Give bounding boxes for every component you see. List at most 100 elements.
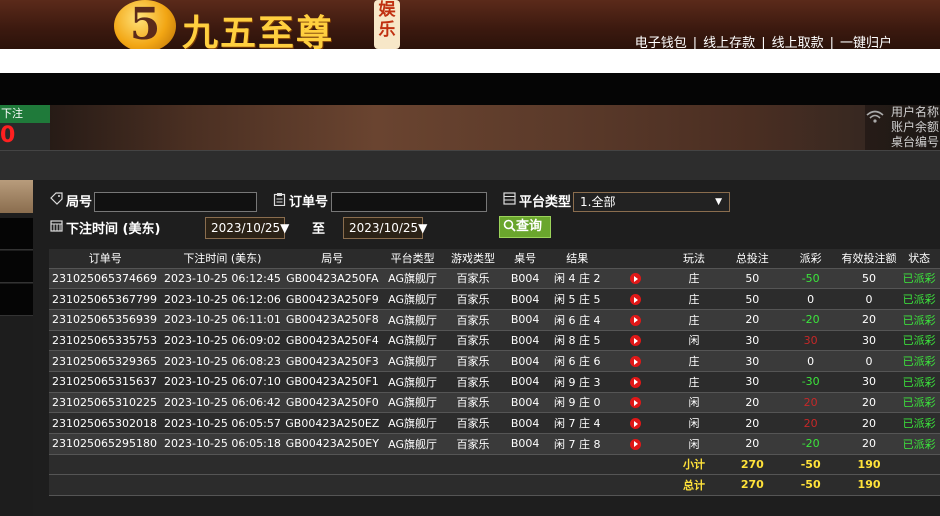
cell-bet: 30 (723, 371, 782, 393)
col-play: 玩法 (664, 249, 724, 269)
date-from-value: 2023/10/25 (211, 221, 281, 235)
cell-replay[interactable] (606, 330, 665, 352)
round-filter-label: 局号 (50, 191, 92, 210)
play-video-icon[interactable] (630, 356, 642, 368)
cell-replay[interactable] (606, 412, 665, 434)
nav-item[interactable] (0, 251, 33, 283)
cell-valid-bet: 30 (839, 330, 899, 352)
withdraw-link[interactable]: 线上取款 (772, 36, 824, 49)
cell-status: 已派彩 (898, 268, 940, 290)
cell-valid-bet: 30 (839, 371, 899, 393)
cell-valid-bet: 0 (839, 350, 899, 372)
query-button[interactable]: 查询 (499, 216, 551, 238)
date-from-picker[interactable]: 2023/10/25▼ (205, 217, 289, 239)
cell-table: B004 (502, 309, 549, 331)
platform-select[interactable]: 1.全部 ▼ (573, 192, 730, 212)
cell-valid-bet: 20 (839, 412, 899, 434)
cell-status: 已派彩 (898, 350, 940, 372)
cell-result: 闲 6 庄 4 (548, 309, 607, 331)
col-payout: 派彩 (781, 249, 840, 269)
cell-table: B004 (502, 288, 549, 310)
cell-time: 2023-10-25 06:05:18 (161, 433, 284, 455)
col-time: 下注时间 (美东) (161, 249, 284, 269)
cell-bet: 20 (723, 412, 782, 434)
bet-panel: 下注 0 (0, 105, 50, 150)
col-game: 游戏类型 (443, 249, 503, 269)
cell-valid-bet: 20 (839, 309, 899, 331)
nav-item[interactable] (0, 218, 33, 250)
subtotal-row: 小计 270 -50 190 (49, 454, 940, 476)
cell-order: 231025065302018 (49, 412, 162, 434)
cell-platform: AG旗舰厅 (381, 371, 444, 393)
cell-round: GB00423A250FA (283, 268, 382, 290)
cell-platform: AG旗舰厅 (381, 268, 444, 290)
transfer-all-link[interactable]: 一键归户 (840, 36, 892, 49)
cell-game: 百家乐 (443, 309, 503, 331)
cell-time: 2023-10-25 06:08:23 (161, 350, 284, 372)
cell-round: GB00423A250F9 (283, 288, 382, 310)
cell-time: 2023-10-25 06:07:10 (161, 371, 284, 393)
cell-replay[interactable] (606, 350, 665, 372)
cell-order: 231025065367799 (49, 288, 162, 310)
play-video-icon[interactable] (630, 273, 642, 285)
cell-bet: 20 (723, 392, 782, 414)
platform-label-text: 平台类型 (519, 195, 572, 210)
col-order: 订单号 (49, 249, 162, 269)
date-to-value: 2023/10/25 (349, 221, 419, 235)
order-label-text: 订单号 (289, 195, 329, 210)
cell-bet: 30 (723, 350, 782, 372)
table-header-row: 订单号 下注时间 (美东) 局号 平台类型 游戏类型 桌号 结果 玩法 总投注 … (49, 249, 940, 269)
cell-game: 百家乐 (443, 288, 503, 310)
nav-item[interactable] (0, 284, 33, 316)
top-header: 5 九五至尊 娱乐 电子钱包 | 线上存款 | 线上取款 | 一键归户 (0, 0, 940, 49)
separator: | (761, 36, 766, 49)
cell-time: 2023-10-25 06:06:42 (161, 392, 284, 414)
cell-order: 231025065335753 (49, 330, 162, 352)
cell-replay[interactable] (606, 433, 665, 455)
cell-play: 庄 (664, 288, 724, 310)
top-links: 电子钱包 | 线上存款 | 线上取款 | 一键归户 (635, 32, 892, 49)
info-username: 用户名称 (891, 105, 940, 119)
round-input[interactable] (94, 192, 257, 212)
cell-replay[interactable] (606, 371, 665, 393)
subtotal-bet: 270 (723, 454, 782, 476)
order-input[interactable] (331, 192, 487, 212)
cell-status: 已派彩 (898, 288, 940, 310)
nav-item-active[interactable] (0, 180, 33, 213)
cell-replay[interactable] (606, 288, 665, 310)
date-to-picker[interactable]: 2023/10/25▼ (343, 217, 427, 239)
play-video-icon[interactable] (630, 397, 642, 409)
cell-play: 庄 (664, 268, 724, 290)
cell-valid-bet: 50 (839, 268, 899, 290)
cell-table: B004 (502, 371, 549, 393)
play-video-icon[interactable] (630, 335, 642, 347)
cell-replay[interactable] (606, 392, 665, 414)
cell-payout: 20 (781, 412, 840, 434)
white-strip (0, 49, 940, 73)
round-label-text: 局号 (66, 195, 93, 210)
wallet-link[interactable]: 电子钱包 (635, 36, 687, 49)
play-video-icon[interactable] (630, 376, 642, 388)
play-video-icon[interactable] (630, 294, 642, 306)
cell-order: 231025065315637 (49, 371, 162, 393)
col-table: 桌号 (502, 249, 549, 269)
deposit-link[interactable]: 线上存款 (703, 36, 755, 49)
cell-round: GB00423A250EZ (283, 412, 382, 434)
order-filter-label: 订单号 (273, 191, 328, 210)
cell-order: 231025065295180 (49, 433, 162, 455)
table-row: 231025065367799 2023-10-25 06:12:06 GB0042… (49, 288, 940, 310)
col-bet: 总投注 (723, 249, 782, 269)
cell-replay[interactable] (606, 309, 665, 331)
play-video-icon[interactable] (630, 314, 642, 326)
total-row: 总计 270 -50 190 (49, 474, 940, 496)
cell-play: 庄 (664, 309, 724, 331)
cell-replay[interactable] (606, 268, 665, 290)
play-video-icon[interactable] (630, 438, 642, 450)
table-row: 231025065295180 2023-10-25 06:05:18 GB0042… (49, 433, 940, 455)
table-row: 231025065302018 2023-10-25 06:05:57 GB0042… (49, 412, 940, 434)
play-video-icon[interactable] (630, 418, 642, 430)
cell-payout: 0 (781, 350, 840, 372)
table-row: 231025065329365 2023-10-25 06:08:23 GB0042… (49, 350, 940, 372)
cell-payout: 30 (781, 330, 840, 352)
subtotal-label: 小计 (664, 454, 724, 476)
